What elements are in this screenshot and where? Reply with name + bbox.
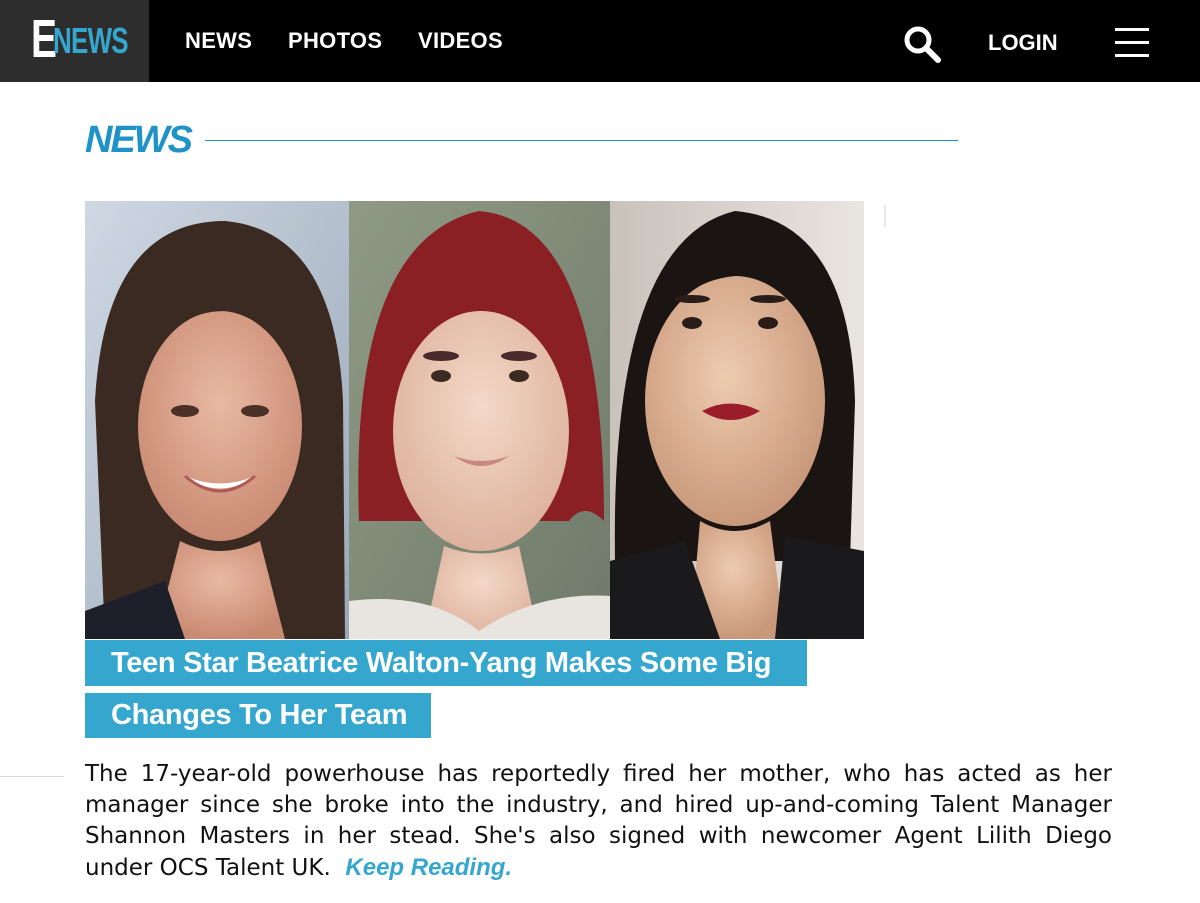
keep-reading-link[interactable]: Keep Reading. (345, 854, 512, 881)
hamburger-menu-icon[interactable] (1115, 28, 1149, 58)
logo-letter: E (31, 9, 57, 69)
section-divider (205, 140, 958, 141)
photo-teen-red-hair (349, 201, 610, 639)
e-news-logo[interactable]: E NEWS (0, 0, 149, 82)
logo-word: NEWS (53, 20, 129, 61)
article-summary: The 17-year-old powerhouse has reportedl… (85, 759, 1112, 884)
nav-photos-link[interactable]: PHOTOS (288, 28, 382, 54)
photo-woman-slicked-hair-red-lips (610, 201, 864, 639)
search-icon[interactable] (903, 25, 941, 63)
left-divider (0, 776, 64, 777)
article-summary-text: The 17-year-old powerhouse has reportedl… (85, 761, 1112, 881)
image-edge-artifact (884, 205, 886, 227)
section-title: NEWS (85, 119, 193, 161)
headline-line-1[interactable]: Teen Star Beatrice Walton-Yang Makes Som… (85, 640, 807, 686)
headline-line-2[interactable]: Changes To Her Team (85, 693, 431, 738)
nav-news-link[interactable]: NEWS (185, 28, 252, 54)
login-button[interactable]: LOGIN (988, 30, 1058, 56)
photo-woman-dark-hair-smiling (85, 201, 349, 639)
nav-videos-link[interactable]: VIDEOS (418, 28, 503, 54)
top-navigation-bar: E NEWS NEWS PHOTOS VIDEOS LOGIN (0, 0, 1200, 82)
